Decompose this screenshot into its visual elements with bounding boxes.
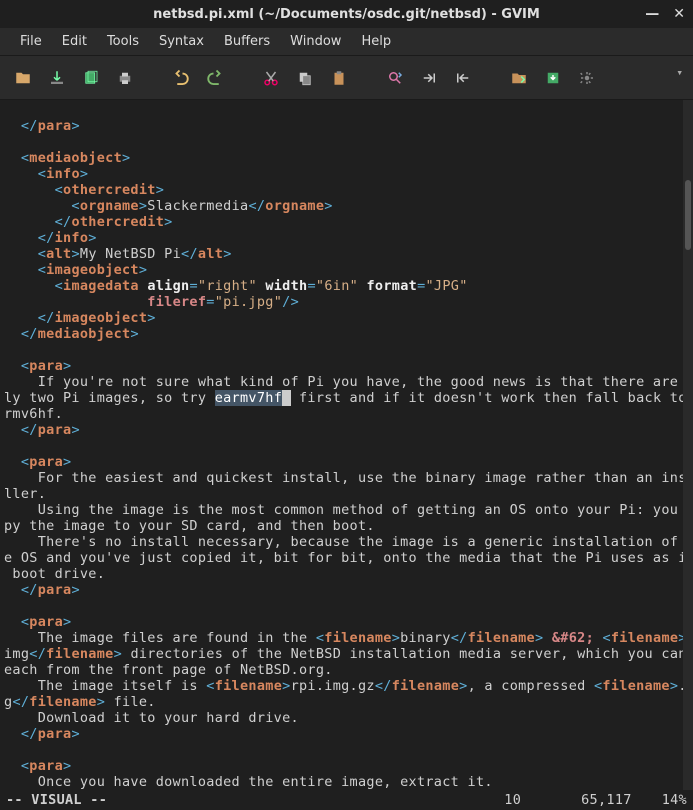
menu-tools[interactable]: Tools [97, 30, 149, 53]
scroll-thumb[interactable] [685, 180, 691, 250]
window-title: netbsd.pi.xml (~/Documents/osdc.git/netb… [153, 7, 540, 22]
menu-syntax[interactable]: Syntax [149, 30, 214, 53]
scroll-percent: 14% [662, 792, 687, 808]
cursor-position: 65,117 [581, 792, 662, 808]
find-replace-icon[interactable] [382, 65, 408, 91]
code-editor[interactable]: </para> <mediaobject> <info> <othercredi… [0, 100, 683, 790]
toolbar-overflow-icon[interactable]: ▾ [676, 66, 683, 79]
mode-indicator: -- VISUAL -- [6, 792, 107, 808]
load-session-icon[interactable] [506, 65, 532, 91]
open-icon[interactable] [10, 65, 36, 91]
editor-area: </para> <mediaobject> <info> <othercredi… [0, 100, 693, 790]
close-button[interactable]: ✕ [673, 7, 685, 21]
save-icon[interactable] [44, 65, 70, 91]
save-session-icon[interactable] [540, 65, 566, 91]
window-controls: — ✕ [645, 7, 685, 21]
paste-icon[interactable] [326, 65, 352, 91]
run-script-icon[interactable] [574, 65, 600, 91]
menu-edit[interactable]: Edit [52, 30, 97, 53]
cut-icon[interactable] [258, 65, 284, 91]
toolbar [0, 56, 693, 100]
titlebar: netbsd.pi.xml (~/Documents/osdc.git/netb… [0, 0, 693, 28]
scrollbar[interactable] [683, 100, 693, 790]
menu-window[interactable]: Window [280, 30, 351, 53]
minimize-button[interactable]: — [645, 7, 659, 21]
find-next-icon[interactable] [416, 65, 442, 91]
statusbar: -- VISUAL -- 10 65,117 14% [0, 790, 693, 810]
undo-icon[interactable] [168, 65, 194, 91]
redo-icon[interactable] [202, 65, 228, 91]
find-prev-icon[interactable] [450, 65, 476, 91]
status-count: 10 [107, 792, 581, 808]
menu-buffers[interactable]: Buffers [214, 30, 280, 53]
print-icon[interactable] [112, 65, 138, 91]
copy-icon[interactable] [292, 65, 318, 91]
menu-help[interactable]: Help [351, 30, 401, 53]
saveall-icon[interactable] [78, 65, 104, 91]
menu-file[interactable]: File [10, 30, 52, 53]
menubar: File Edit Tools Syntax Buffers Window He… [0, 28, 693, 56]
